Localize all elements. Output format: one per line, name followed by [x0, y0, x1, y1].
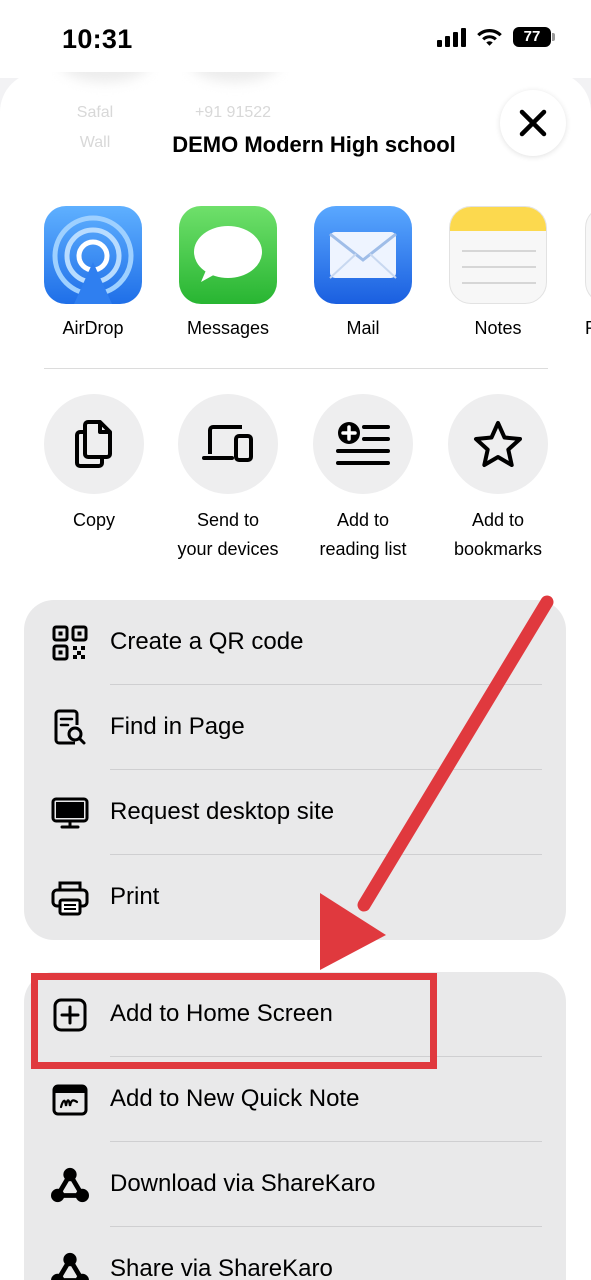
share-sheet: Safal Wall +91 91522 DEMO Modern High sc… — [0, 72, 591, 1280]
action-label-line: your devices — [177, 539, 279, 559]
status-time: 10:31 — [62, 24, 133, 54]
add-to-reading-list-action[interactable]: Add to reading list — [293, 394, 433, 564]
action-circle — [44, 394, 144, 494]
app-airdrop[interactable]: AirDrop — [25, 206, 161, 339]
app-label: R — [565, 318, 591, 339]
star-icon — [474, 421, 522, 467]
reminders-icon — [585, 206, 591, 304]
action-label: Send to your devices — [158, 506, 298, 564]
sharekaro-icon — [51, 1251, 89, 1280]
quick-note-icon — [51, 1081, 89, 1119]
action-circle — [313, 394, 413, 494]
row-label: Find in Page — [110, 713, 245, 740]
app-reminders[interactable]: R — [565, 206, 591, 339]
ghost-contact: +91 91522 — [194, 104, 272, 121]
printer-icon — [51, 879, 89, 917]
status-icons: 77 — [437, 26, 555, 47]
download-via-sharekaro-row[interactable]: Download via ShareKaro — [24, 1142, 566, 1227]
menu-group-1: Create a QR code Find in Page Request de… — [24, 600, 566, 940]
row-label: Share via ShareKaro — [110, 1255, 333, 1280]
divider — [44, 368, 548, 369]
qr-code-icon — [51, 624, 89, 662]
print-row[interactable]: Print — [24, 855, 566, 940]
row-label: Download via ShareKaro — [110, 1170, 376, 1197]
app-label: AirDrop — [62, 318, 124, 338]
app-label: Mail — [346, 318, 380, 338]
copy-action[interactable]: Copy — [24, 394, 164, 535]
close-icon — [519, 109, 547, 137]
add-to-new-quick-note-row[interactable]: Add to New Quick Note — [24, 1057, 566, 1142]
wifi-icon — [477, 29, 502, 46]
action-label-line: Send to — [196, 510, 260, 530]
create-qr-code-row[interactable]: Create a QR code — [24, 600, 566, 685]
ghost-avatar — [60, 72, 150, 82]
request-desktop-site-row[interactable]: Request desktop site — [24, 770, 566, 855]
action-label: Copy — [72, 510, 116, 530]
ghost-avatar — [190, 72, 280, 82]
add-to-bookmarks-action[interactable]: Add to bookmarks — [428, 394, 568, 564]
action-circle — [448, 394, 548, 494]
share-via-sharekaro-row[interactable]: Share via ShareKaro — [24, 1227, 566, 1280]
desktop-icon — [51, 794, 89, 832]
action-label-line: Add to — [336, 510, 390, 530]
sharekaro-icon — [51, 1166, 89, 1204]
row-label: Add to New Quick Note — [110, 1085, 360, 1112]
mail-icon — [314, 206, 412, 304]
close-button[interactable] — [500, 90, 566, 156]
reading-list-icon — [336, 422, 390, 465]
action-label-line: reading list — [319, 539, 407, 559]
airdrop-icon — [44, 206, 142, 304]
row-label: Print — [110, 883, 160, 910]
app-messages[interactable]: Messages — [160, 206, 296, 339]
action-label-line: bookmarks — [453, 539, 543, 559]
find-in-page-row[interactable]: Find in Page — [24, 685, 566, 770]
action-label: Add to bookmarks — [428, 506, 568, 564]
app-share-row: AirDrop Messages Mail Notes — [0, 206, 591, 346]
annotation-highlight-box — [31, 973, 437, 1069]
action-row: Copy Send to your devices Add to reading… — [0, 394, 591, 574]
row-label: Request desktop site — [110, 798, 335, 825]
messages-icon — [179, 206, 277, 304]
find-in-page-icon — [51, 709, 89, 747]
cellular-signal-icon — [437, 27, 466, 47]
battery-icon: 77 — [513, 26, 555, 47]
notes-icon — [449, 206, 547, 304]
app-notes[interactable]: Notes — [430, 206, 566, 339]
send-to-devices-action[interactable]: Send to your devices — [158, 394, 298, 564]
devices-icon — [202, 425, 253, 462]
status-bar: 10:31 77 — [0, 0, 591, 78]
copy-icon — [75, 420, 112, 468]
action-circle — [178, 394, 278, 494]
action-label-line: Add to — [471, 510, 525, 530]
app-label: Notes — [474, 318, 522, 338]
app-mail[interactable]: Mail — [295, 206, 431, 339]
row-label: Create a QR code — [110, 628, 304, 655]
action-label: Add to reading list — [293, 506, 433, 564]
app-label: Messages — [186, 318, 270, 338]
